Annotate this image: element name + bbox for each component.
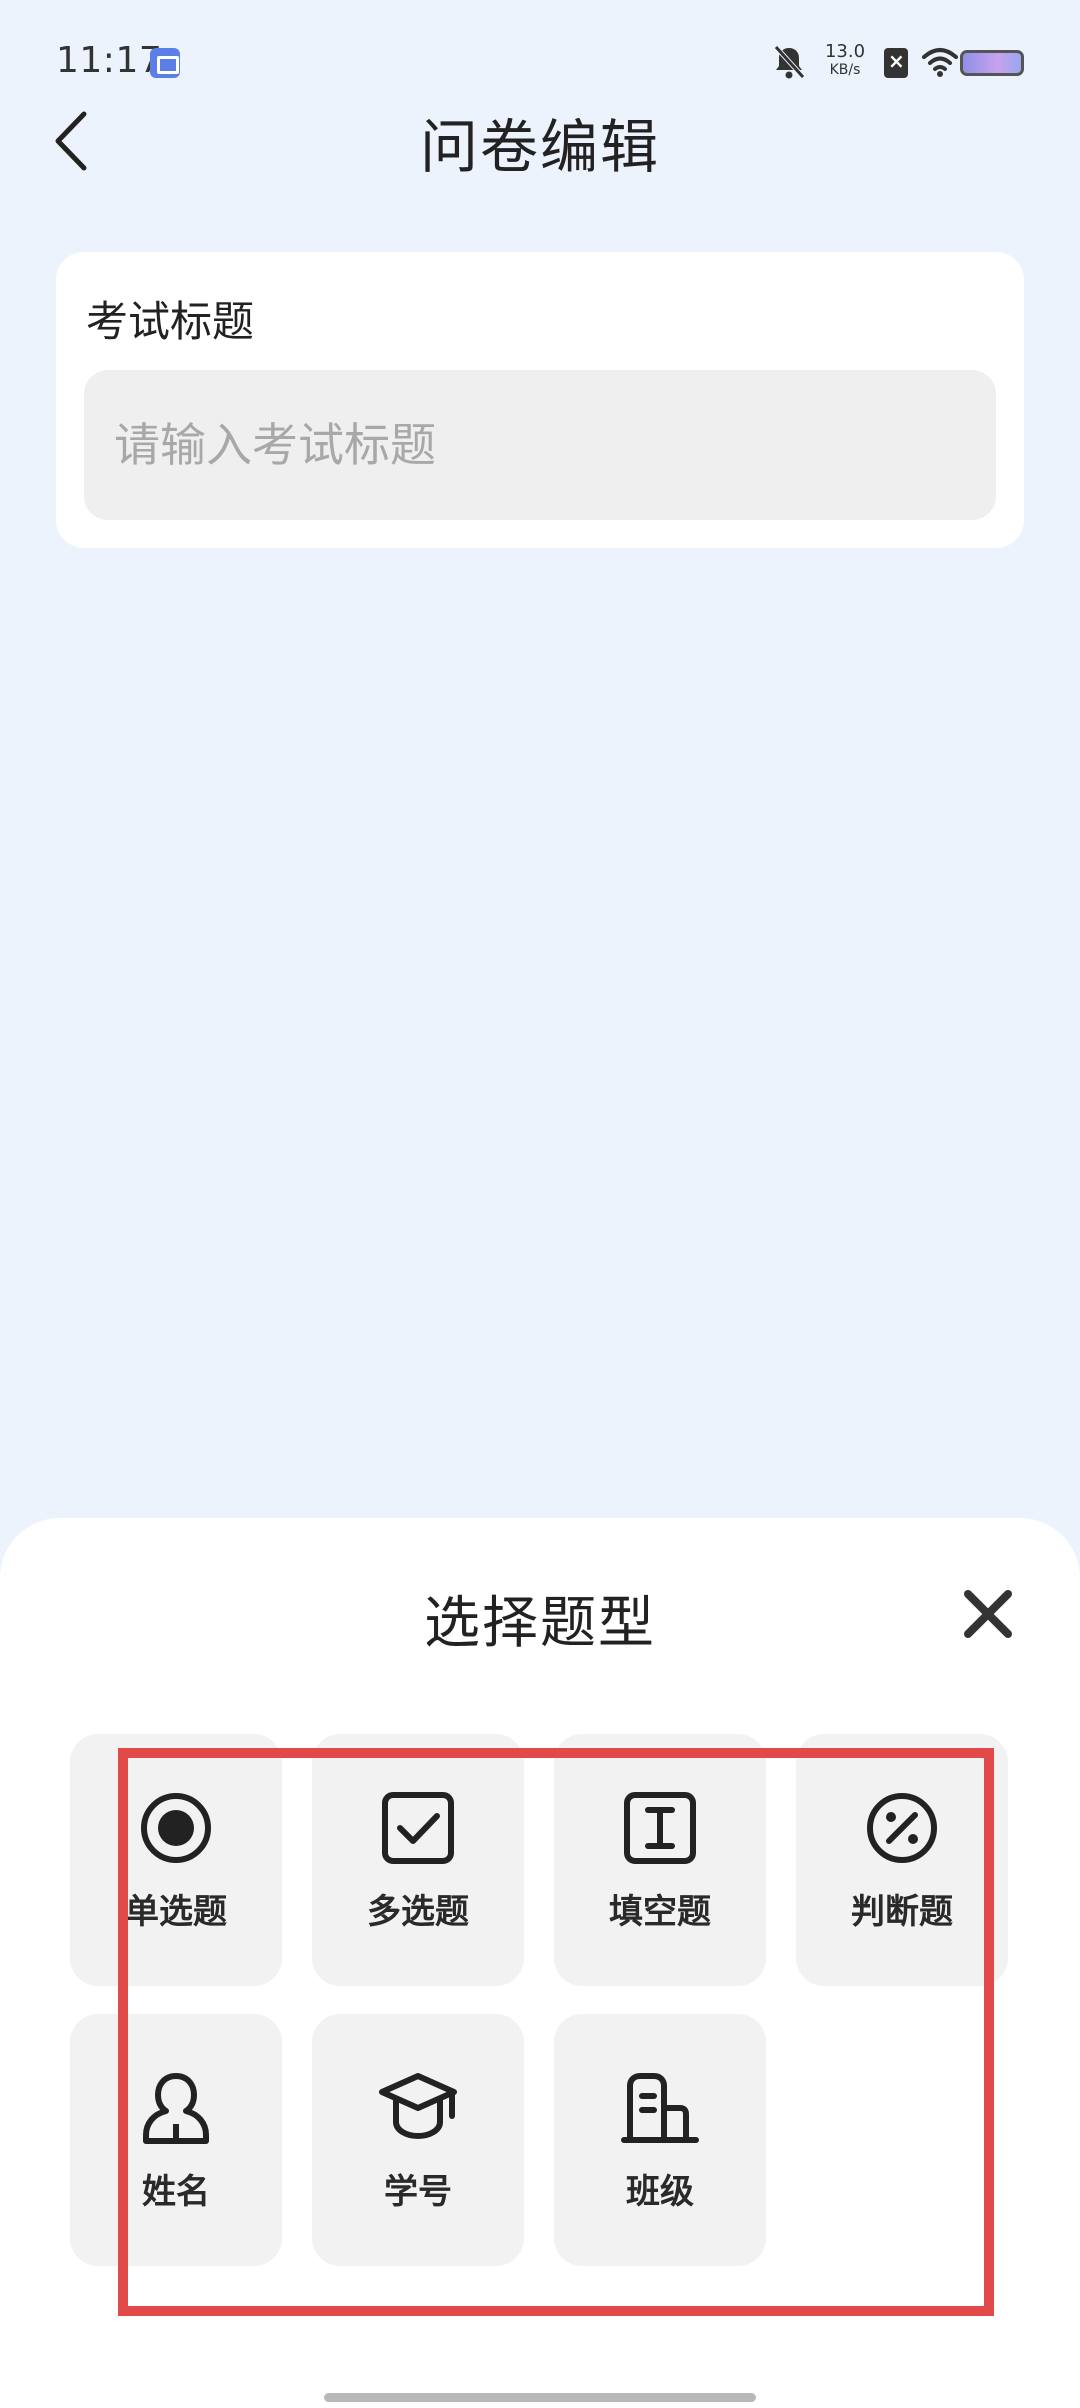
close-icon[interactable] [962,1588,1014,1640]
exam-title-label: 考试标题 [86,297,255,346]
type-tile-multiple-choice[interactable]: 多选题 [312,1734,524,1986]
type-label: 单选题 [125,1892,227,1932]
question-type-sheet: 选择题型 单选题 多选题 填空题 判断题 姓名 学号 班级 [0,1518,1080,2408]
network-speed: 13.0 KB/s [819,42,871,80]
type-tile-fill-blank[interactable]: 填空题 [554,1734,766,1986]
type-label: 班级 [626,2172,694,2212]
status-time: 11:17 [56,40,163,81]
page-title: 问卷编辑 [419,113,660,181]
network-speed-unit: KB/s [829,62,861,78]
type-tile-class[interactable]: 班级 [554,2014,766,2266]
battery-icon [960,50,1024,76]
network-speed-value: 13.0 [824,41,866,62]
exam-title-card: 考试标题 [56,252,1024,548]
wifi-icon [922,48,958,77]
type-label: 判断题 [851,1892,953,1932]
type-tile-single-choice[interactable]: 单选题 [70,1734,282,1986]
bell-muted-icon [774,45,805,79]
type-label: 学号 [384,2172,452,2212]
type-label: 多选题 [367,1892,469,1932]
exam-title-input[interactable] [84,370,996,520]
text-cursor-icon [624,1792,696,1864]
type-tile-true-false[interactable]: 判断题 [796,1734,1008,1986]
type-tile-name[interactable]: 姓名 [70,2014,282,2266]
person-icon [143,2073,209,2144]
sim-off-icon [884,48,908,78]
type-tile-student-id[interactable]: 学号 [312,2014,524,2266]
graduation-cap-icon [379,2073,457,2140]
sheet-title: 选择题型 [424,1591,656,1656]
checkbox-icon [382,1792,454,1864]
gallery-notification-icon [150,48,180,78]
home-indicator[interactable] [324,2393,756,2402]
type-label: 姓名 [142,2172,210,2212]
building-icon [621,2073,699,2143]
percent-circle-icon [867,1793,937,1863]
radio-icon [141,1793,211,1863]
type-label: 填空题 [609,1892,711,1932]
